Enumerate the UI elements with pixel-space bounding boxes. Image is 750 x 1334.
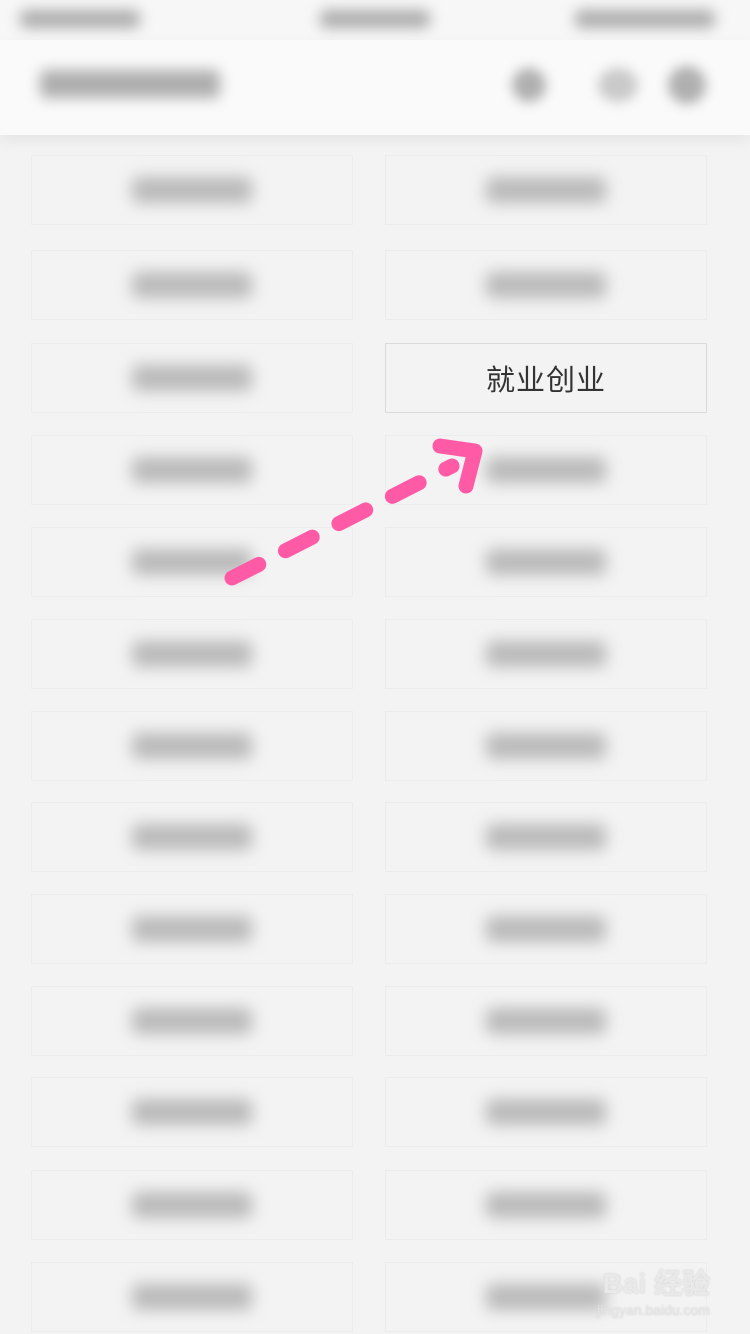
watermark-url: jingyan.baidu.com: [597, 1302, 710, 1318]
watermark: Bai 经验 jingyan.baidu.com: [597, 1262, 710, 1318]
annotation-arrow: [224, 438, 483, 586]
watermark-brand: Bai 经验: [602, 1268, 710, 1299]
